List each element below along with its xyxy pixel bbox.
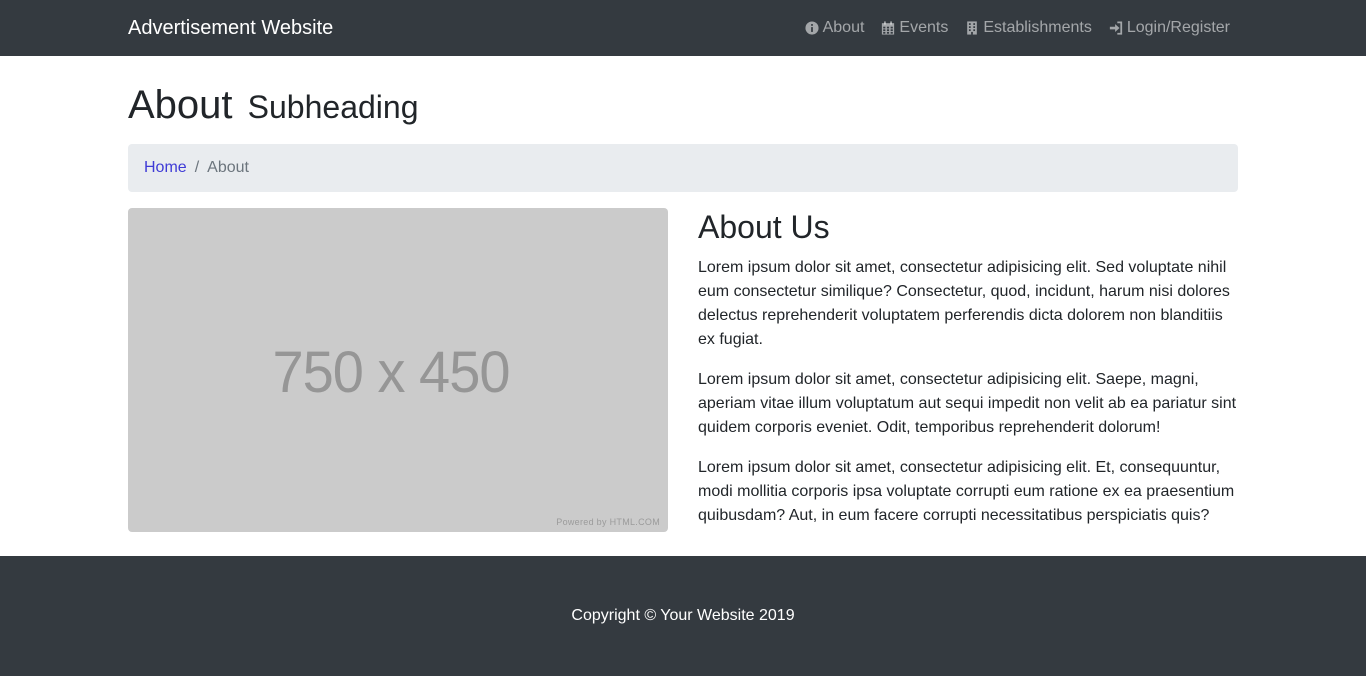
top-navbar: Advertisement Website About Events Estab…	[0, 0, 1366, 56]
sign-in-icon	[1108, 20, 1124, 36]
about-heading: About Us	[698, 209, 830, 245]
page-title-text: About	[128, 83, 233, 127]
page-subtitle: Subheading	[247, 89, 419, 125]
nav-item-about[interactable]: About	[796, 19, 873, 37]
breadcrumb-current: About	[207, 159, 249, 176]
calendar-icon	[880, 20, 896, 36]
breadcrumb: Home / About	[128, 144, 1238, 192]
nav-item-label: About	[822, 19, 865, 36]
nav-item-establishments[interactable]: Establishments	[956, 19, 1100, 37]
nav-item-label: Establishments	[983, 19, 1092, 36]
info-circle-icon	[804, 20, 820, 36]
nav-item-login-register[interactable]: Login/Register	[1100, 19, 1238, 37]
about-paragraph: Lorem ipsum dolor sit amet, consectetur …	[698, 259, 1230, 348]
nav-item-label: Login/Register	[1126, 19, 1230, 36]
nav-item-events[interactable]: Events	[872, 19, 956, 37]
about-section: About Us Lorem ipsum dolor sit amet, con…	[698, 208, 1238, 544]
footer-copyright: Copyright © Your Website 2019	[571, 607, 795, 624]
about-paragraph: Lorem ipsum dolor sit amet, consectetur …	[698, 371, 1237, 436]
breadcrumb-separator: /	[194, 159, 200, 176]
placeholder-image: 750 x 450 Powered by HTML.COM	[128, 208, 668, 532]
nav-menu: About Events Establishments Login/Regist…	[796, 0, 1238, 56]
placeholder-powered-text: Powered by HTML.COM	[556, 517, 660, 527]
breadcrumb-home-link[interactable]: Home	[144, 159, 187, 177]
building-icon	[964, 20, 980, 36]
about-paragraph: Lorem ipsum dolor sit amet, consectetur …	[698, 459, 1235, 524]
footer: Copyright © Your Website 2019	[0, 556, 1366, 676]
nav-item-label: Events	[899, 19, 949, 36]
placeholder-size-text: 750 x 450	[272, 338, 511, 405]
brand-link[interactable]: Advertisement Website	[128, 16, 333, 40]
page-title: About Subheading	[128, 82, 418, 130]
